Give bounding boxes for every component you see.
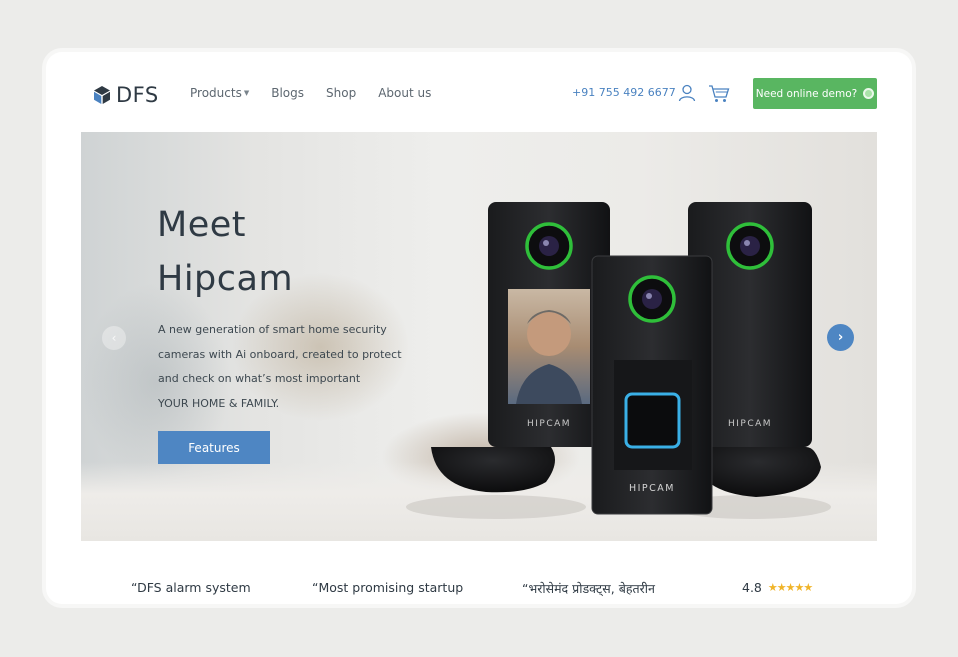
star-rating-icon: ★★★★★ — [767, 581, 813, 594]
rating-value: 4.8 — [742, 580, 762, 595]
hipcam-devices-image: HIPCAM HIPCAM HIPCAM — [406, 202, 831, 519]
brand-name: DFS — [116, 83, 159, 107]
testimonial-quote: “Most promising startup — [312, 580, 464, 595]
testimonials-strip: “DFS alarm system “Most promising startu… — [46, 572, 912, 604]
hero-title: Meet Hipcam — [157, 198, 293, 306]
nav-item-shop[interactable]: Shop — [326, 86, 356, 100]
device-shadow — [406, 495, 586, 519]
device-brand-label: HIPCAM — [728, 419, 772, 429]
carousel-prev-button[interactable]: ‹ — [102, 326, 126, 350]
nav-item-label: Shop — [326, 86, 357, 100]
brand-logo[interactable]: DFS — [92, 83, 159, 107]
chevron-right-icon: › — [837, 330, 844, 345]
hero-title-line: Meet — [157, 205, 246, 245]
shopping-cart-icon[interactable] — [708, 84, 730, 103]
nav-item-products[interactable]: Products ▼ — [190, 86, 249, 100]
online-status-icon — [863, 88, 875, 99]
testimonial-quote: “DFS alarm system — [131, 580, 251, 595]
nav-item-about[interactable]: About us — [378, 86, 431, 100]
device-brand-label: HIPCAM — [527, 419, 571, 429]
testimonial-quote: “भरोसेमंद प्रोडक्ट्स, बेहतरीन — [522, 581, 655, 596]
device-brand-label: HIPCAM — [629, 483, 675, 494]
nav-item-label: About us — [378, 86, 432, 100]
caret-down-icon: ▼ — [243, 89, 250, 97]
nav-item-label: Products — [190, 86, 242, 100]
nav-item-blogs[interactable]: Blogs — [271, 86, 304, 100]
online-demo-button[interactable]: Need online demo? — [753, 78, 877, 109]
logo-cube-icon — [94, 86, 110, 104]
online-demo-label: Need online demo? — [755, 87, 858, 100]
phone-number-link[interactable]: +91 755 492 6677 — [572, 86, 676, 99]
features-button[interactable]: Features — [158, 431, 270, 464]
hero-banner: Meet Hipcam A new generation of smart ho… — [81, 132, 877, 541]
nav-item-label: Blogs — [271, 86, 304, 100]
site-header: DFS Products ▼ Blogs Shop About us +91 7… — [46, 52, 912, 132]
center-doorbell-device: HIPCAM — [591, 255, 713, 515]
left-camera-device: HIPCAM — [431, 202, 610, 493]
main-nav: Products ▼ Blogs Shop About us — [190, 86, 453, 100]
hero-title-line: Hipcam — [157, 259, 294, 299]
page-frame: DFS Products ▼ Blogs Shop About us +91 7… — [46, 52, 912, 604]
user-account-icon[interactable] — [678, 84, 696, 102]
chevron-left-icon: ‹ — [111, 331, 117, 345]
rating-summary: 4.8 ★★★★★ — [742, 580, 813, 595]
